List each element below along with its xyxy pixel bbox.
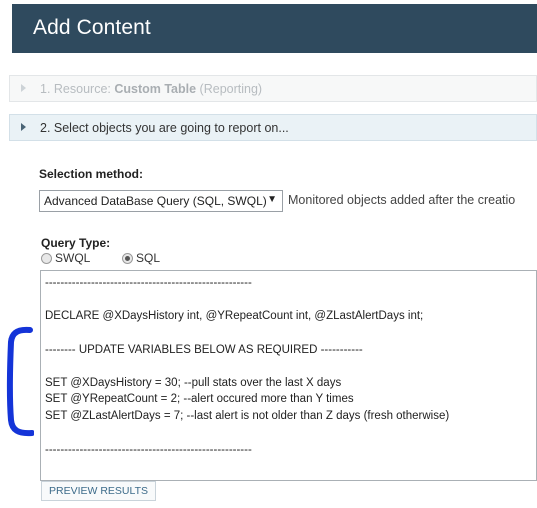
query-type-swql-radio[interactable]: SWQL [41,251,90,265]
hand-drawn-bracket-annotation [6,326,34,437]
collapsed-arrow-icon [21,84,26,92]
radio-checked-icon [122,253,133,264]
query-textarea[interactable]: ----------------------------------------… [40,270,537,481]
query-type-sql-radio[interactable]: SQL [122,251,160,265]
query-line: ----------------------------------------… [45,277,252,289]
query-line: SET @YRepeatCount = 2; --alert occured m… [45,393,354,405]
step-resource-suffix: (Reporting) [196,82,263,96]
query-type-swql-label: SWQL [55,251,91,265]
step-resource-prefix: 1. Resource: [40,82,115,96]
query-line: -------- UPDATE VARIABLES BELOW AS REQUI… [45,344,363,356]
dialog-title: Add Content [33,16,151,39]
radio-unchecked-icon [41,253,52,264]
expanded-arrow-icon [21,123,26,131]
selection-method-value: Advanced DataBase Query (SQL, SWQL) [44,194,267,208]
query-line: SET @XDaysHistory = 30; --pull stats ove… [45,377,342,389]
dropdown-caret-icon: ▼ [267,194,277,205]
query-line: ----------------------------------------… [45,444,252,456]
selection-method-label: Selection method: [39,167,144,181]
query-type-label: Query Type: [41,236,111,250]
preview-results-button[interactable]: PREVIEW RESULTS [41,481,156,501]
monitored-objects-note: Monitored objects added after the creati… [288,193,516,207]
selection-method-dropdown[interactable]: Advanced DataBase Query (SQL, SWQL) ▼ [39,190,283,212]
step-select-objects-label: 2. Select objects you are going to repor… [40,121,289,135]
dialog-header: Add Content [12,4,537,53]
step-resource[interactable]: 1. Resource: Custom Table (Reporting) [9,75,537,102]
step-select-objects[interactable]: 2. Select objects you are going to repor… [9,114,537,141]
step-resource-name: Custom Table [114,82,197,96]
query-type-sql-label: SQL [136,251,161,265]
query-line: DECLARE @XDaysHistory int, @YRepeatCount… [45,310,424,322]
query-line: SET @ZLastAlertDays = 7; --last alert is… [45,410,450,422]
